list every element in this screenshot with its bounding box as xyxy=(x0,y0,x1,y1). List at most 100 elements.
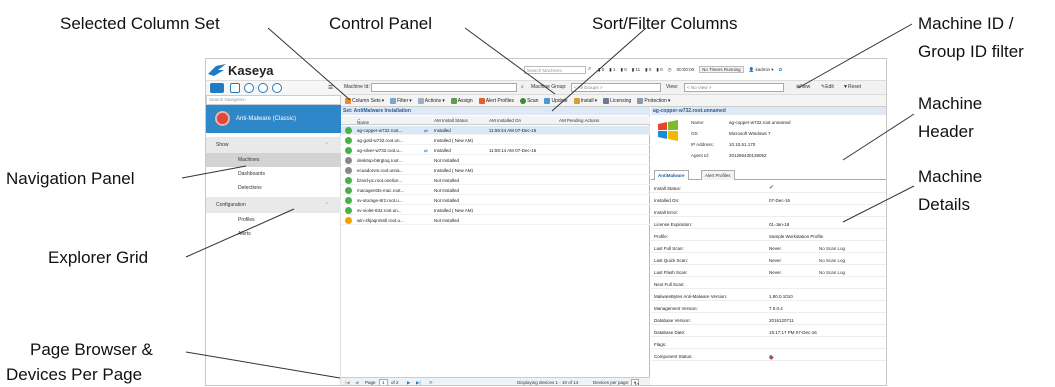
user-menu[interactable]: 👤 kadmin ▾ xyxy=(749,67,774,73)
nav-item-profiles[interactable]: Profiles xyxy=(206,213,341,227)
view-select[interactable]: < No View > xyxy=(684,83,784,92)
alert-profiles-button[interactable]: Alert Profiles xyxy=(478,97,514,104)
search-navigation-input[interactable]: Search Navigation xyxy=(206,95,341,105)
status-count[interactable]: ▮ 0 xyxy=(598,67,604,73)
timer-status[interactable]: No Timers Running xyxy=(699,66,744,73)
first-page-icon[interactable]: |◀ xyxy=(345,380,350,385)
nav-section-configuration[interactable]: Configuration ⌃ xyxy=(206,197,341,213)
status-count[interactable]: ▮ 1 xyxy=(609,67,615,73)
col-installed-on[interactable]: AM Installed On xyxy=(489,118,521,123)
col-install-status[interactable]: AM Install Status xyxy=(434,118,468,123)
detail-label: Database Version: xyxy=(654,318,691,323)
detail-value: 19:17:17 PM 07-Dec-16 xyxy=(769,330,817,335)
tab-antimalware[interactable]: AntiMalware xyxy=(654,170,689,180)
top-bar: Kaseya Search Machines ⌕ ▮ 0 ▮ 1 ▮ 0 ▮ 1… xyxy=(206,59,886,81)
view-label: View: xyxy=(666,84,679,90)
edit-view-button[interactable]: ✎Edit xyxy=(821,84,834,90)
modules-icon[interactable] xyxy=(210,83,224,93)
tab-alert-profiles[interactable]: Alert Profiles xyxy=(701,170,735,180)
detail-row: Profile: Sample Workstation Profile xyxy=(651,232,886,241)
new-label: New xyxy=(800,84,811,90)
nav-item-alerts[interactable]: Alerts xyxy=(206,227,341,241)
module-header[interactable]: Anti-Malware (Classic) xyxy=(206,105,341,133)
scan-log-link[interactable]: No Scan Log xyxy=(819,270,845,275)
table-row[interactable]: sv-violet-832.root.un... Installed ( New … xyxy=(341,206,650,215)
menu-icon[interactable]: ≡ xyxy=(328,82,333,92)
detail-row: Last Quick Scan: Never No Scan Log xyxy=(651,256,886,265)
callout-sort-filter-columns: Sort/Filter Columns xyxy=(592,14,738,33)
cell-status: Installed xyxy=(434,128,451,133)
search-icon[interactable]: ⌕ xyxy=(588,66,591,73)
callout-page-browser: Page Browser & xyxy=(30,340,153,359)
actions-button[interactable]: Actions ▾ xyxy=(417,97,445,104)
refresh-icon[interactable]: ⟳ xyxy=(429,380,433,385)
machine-id-input[interactable] xyxy=(371,83,517,92)
per-page-label: Devices per page: xyxy=(593,380,630,385)
header-label: Agent Id: xyxy=(691,153,710,158)
nav-item-dashboards[interactable]: Dashboards xyxy=(206,167,341,181)
nav-section-show[interactable]: Show ⌃ xyxy=(206,137,341,153)
activity-icon[interactable] xyxy=(258,83,268,93)
globe-icon: ● xyxy=(769,354,773,360)
cell-name: macagent3s-mac.root... xyxy=(357,188,405,193)
control-panel-toolbar: Column Sets ▾ Filter ▾ Actions ▾ Assign … xyxy=(341,95,886,107)
callout-machine-details-1: Machine xyxy=(918,167,983,186)
callout-selected-column-set: Selected Column Set xyxy=(60,14,220,33)
new-view-button[interactable]: ⊕New xyxy=(796,84,810,90)
callout-machine-id-filter: Machine ID / xyxy=(918,14,1014,33)
cell-status: Not Installed xyxy=(434,218,460,223)
settings-icon[interactable]: ✿ xyxy=(779,67,783,73)
status-count[interactable]: ▮ 11 xyxy=(632,67,640,73)
bookmark-icon[interactable] xyxy=(230,83,240,93)
detail-tabs: AntiMalware Alert Profiles xyxy=(651,169,886,180)
page-input[interactable]: 1 xyxy=(379,379,388,385)
table-row[interactable]: desktop-b6rgtoq.root... Not Installed xyxy=(341,156,650,165)
table-row[interactable]: ag-copper-w732.root... ⇄ Installed 11:59:44… xyxy=(341,126,650,135)
col-pending-actions[interactable]: AM Pending Actions xyxy=(559,118,599,123)
user-name: kadmin xyxy=(755,66,771,72)
prev-page-icon[interactable]: ◀ xyxy=(355,380,358,385)
cell-name: sv-violet-832.root.un... xyxy=(357,208,402,213)
filter-button[interactable]: Filter ▾ xyxy=(390,97,412,104)
table-row[interactable]: win-4hjaqnr5nll.root.u... Not Installed xyxy=(341,216,650,225)
table-row[interactable]: macagent3s-mac.root... Not Installed xyxy=(341,186,650,195)
assign-button[interactable]: Assign xyxy=(450,97,473,104)
table-row[interactable]: ecuadorvm.root.unna... Installed ( New AM… xyxy=(341,166,650,175)
nav-item-detections[interactable]: Detections xyxy=(206,181,341,195)
table-row[interactable]: ag-gold-w732.root.un... Installed ( New A… xyxy=(341,136,650,145)
last-page-icon[interactable]: ▶| xyxy=(416,380,421,385)
chevron-up-icon: ⌃ xyxy=(324,202,329,208)
next-page-icon[interactable]: ▶ xyxy=(407,380,410,385)
detail-label: Flags: xyxy=(654,342,667,347)
search-machines-input[interactable]: Search Machines xyxy=(524,66,586,74)
detail-row: Next Full Scan: xyxy=(651,280,886,289)
status-count[interactable]: ▮ 0 xyxy=(656,67,662,73)
per-page-select[interactable]: 10 ▾ xyxy=(631,379,640,385)
nav-item-machines[interactable]: Machines xyxy=(206,153,341,167)
status-count[interactable]: ▮ 0 xyxy=(621,67,627,73)
table-row[interactable]: sv-storage-8r2.root.u... Not Installed xyxy=(341,196,650,205)
reset-view-button[interactable]: ▼Reset xyxy=(843,84,861,90)
protection-button[interactable]: Protection ▾ xyxy=(637,97,670,104)
help-icon[interactable] xyxy=(244,83,254,93)
detail-row: MalwareBytes Anti-Malware Version: 1.80.0… xyxy=(651,292,886,301)
column-sets-button[interactable]: Column Sets ▾ xyxy=(345,97,384,104)
machine-group-select[interactable]: < All Groups > xyxy=(571,83,661,92)
detail-label: Last Flash Scan: xyxy=(654,270,688,275)
detail-label: Last Quick Scan: xyxy=(654,258,689,263)
scan-log-link[interactable]: No Scan Log xyxy=(819,246,845,251)
install-label: Install xyxy=(580,97,594,104)
refresh-icon[interactable] xyxy=(272,83,282,93)
licensing-button[interactable]: Licensing xyxy=(603,97,631,104)
count-5: 0 xyxy=(660,66,663,72)
update-button[interactable]: Update xyxy=(544,97,568,104)
status-count[interactable]: ▮ 0 xyxy=(645,67,651,73)
col-name[interactable]: Name ⌃ xyxy=(357,118,369,125)
install-button[interactable]: Install ▾ xyxy=(573,97,597,104)
table-row[interactable]: ag-silver-w732.root.u... ⇄ Installed 11:59:… xyxy=(341,146,650,155)
search-icon[interactable]: ⌕ xyxy=(521,84,524,90)
scan-button[interactable]: Scan xyxy=(520,97,538,104)
scan-log-link[interactable]: No Scan Log xyxy=(819,258,845,263)
table-row[interactable]: lizard-pc.root.onelice... Not Installed xyxy=(341,176,650,185)
timer-value: 00:00:00 xyxy=(676,67,695,72)
